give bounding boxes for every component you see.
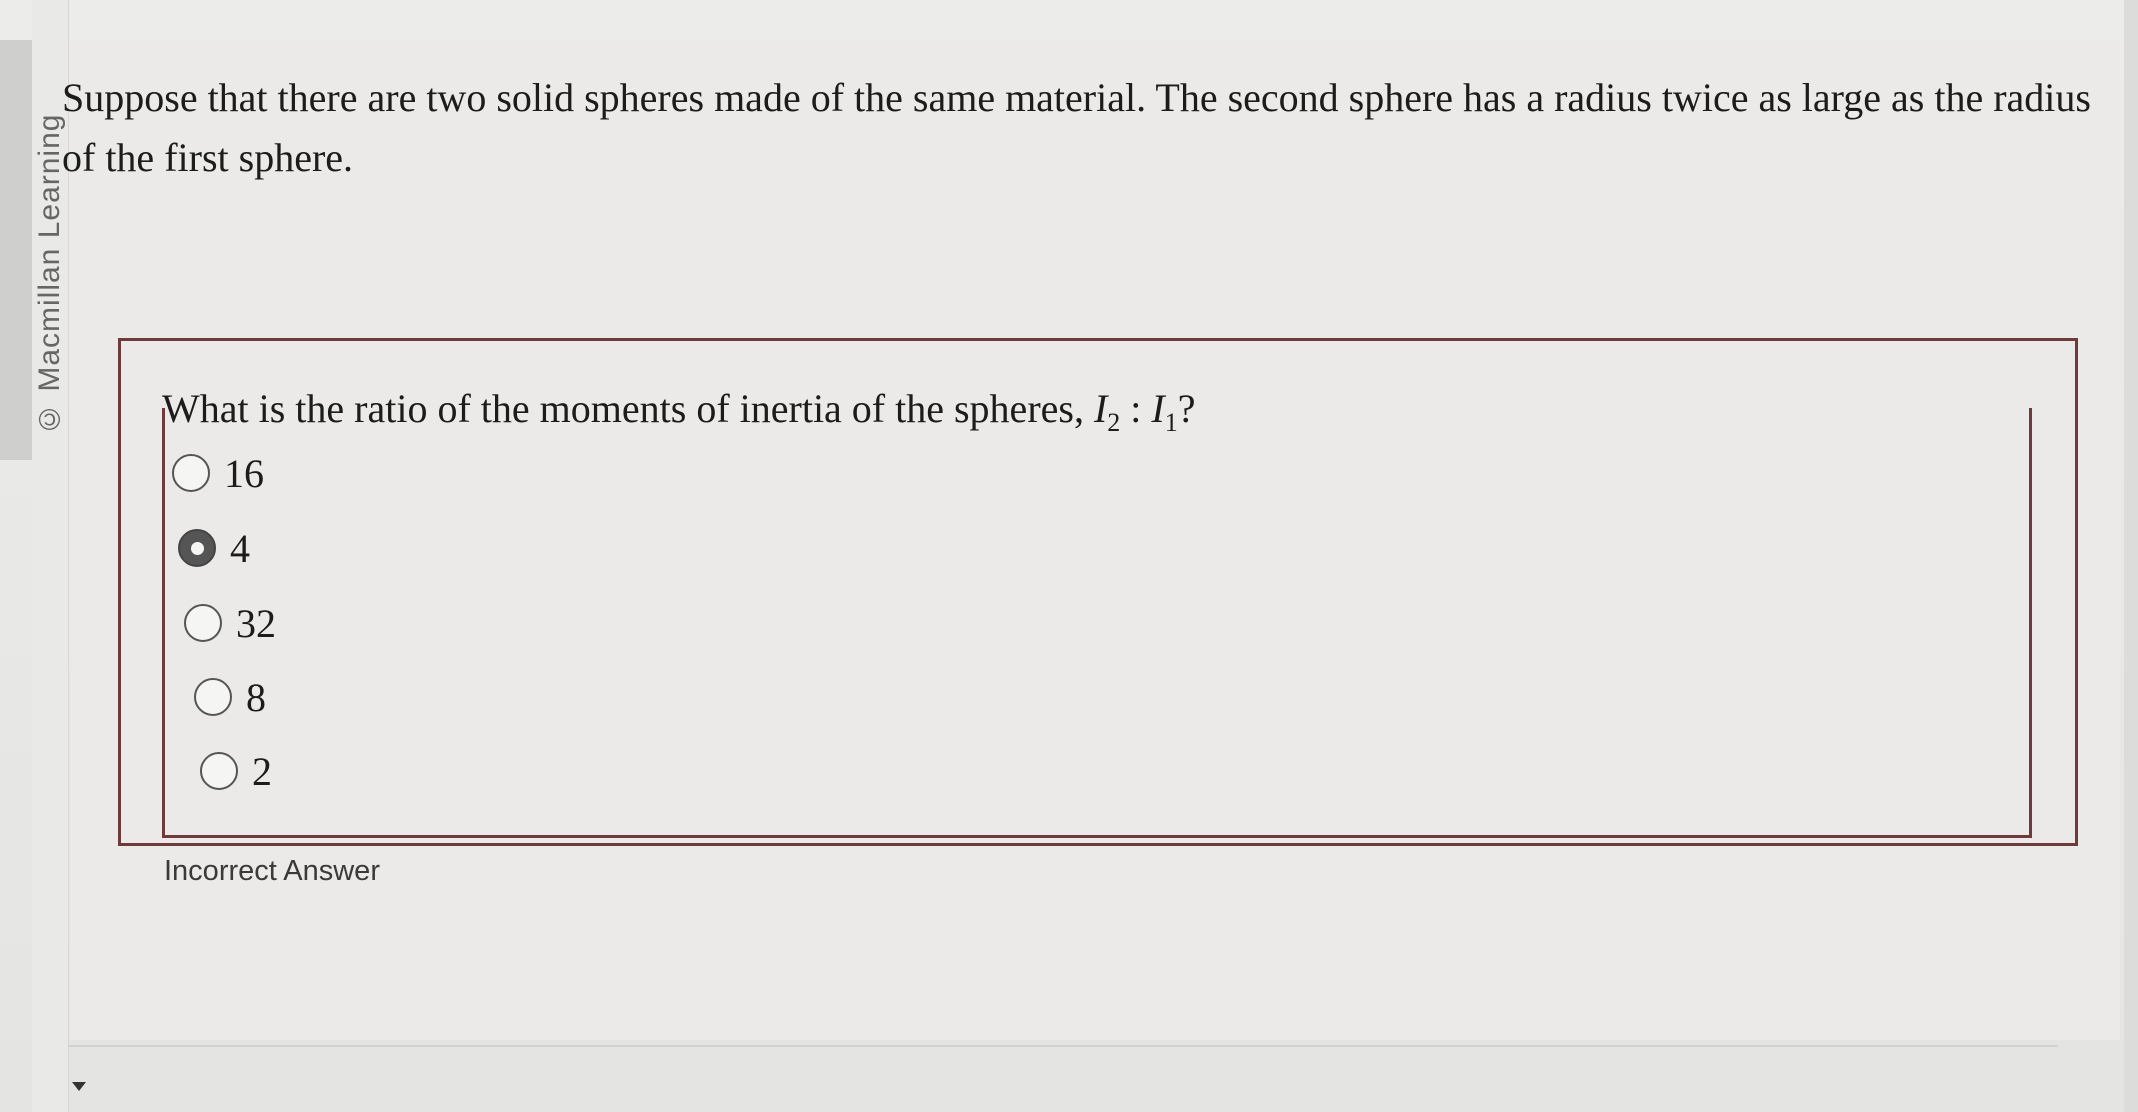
radio-button[interactable]	[200, 752, 238, 790]
option-8[interactable]: 8	[194, 672, 266, 722]
option-label: 32	[236, 600, 276, 646]
radio-button-selected[interactable]	[178, 529, 216, 567]
ratio-separator: :	[1120, 386, 1152, 431]
screen: © Macmillan Learning Suppose that there …	[0, 0, 2138, 1112]
question-suffix: ?	[1177, 386, 1196, 431]
problem-statement: Suppose that there are two solid spheres…	[62, 75, 2091, 180]
option-label: 8	[246, 674, 266, 720]
copyright-notice: © Macmillan Learning	[33, 113, 66, 435]
radio-button[interactable]	[194, 678, 232, 716]
option-16[interactable]: 16	[172, 448, 264, 498]
question-inner-frame	[162, 408, 2032, 838]
question-prefix: What is the ratio of the moments of iner…	[162, 386, 1094, 431]
feedback-message: Incorrect Answer	[164, 855, 380, 887]
scroll-down-icon[interactable]	[72, 1082, 86, 1091]
left-strip	[0, 40, 32, 460]
radio-button[interactable]	[184, 604, 222, 642]
option-2[interactable]: 2	[200, 746, 272, 796]
symbol-i2: I2	[1093, 386, 1121, 437]
option-4[interactable]: 4	[178, 523, 250, 573]
right-edge	[2124, 0, 2138, 1112]
question-text: What is the ratio of the moments of iner…	[162, 385, 1196, 438]
radio-button[interactable]	[172, 454, 210, 492]
option-32[interactable]: 32	[184, 598, 276, 648]
option-label: 16	[224, 450, 264, 496]
symbol-i1: I1	[1151, 386, 1178, 437]
panel-bottom-divider	[68, 1045, 2058, 1047]
option-label: 2	[252, 748, 272, 794]
option-label: 4	[230, 525, 250, 571]
